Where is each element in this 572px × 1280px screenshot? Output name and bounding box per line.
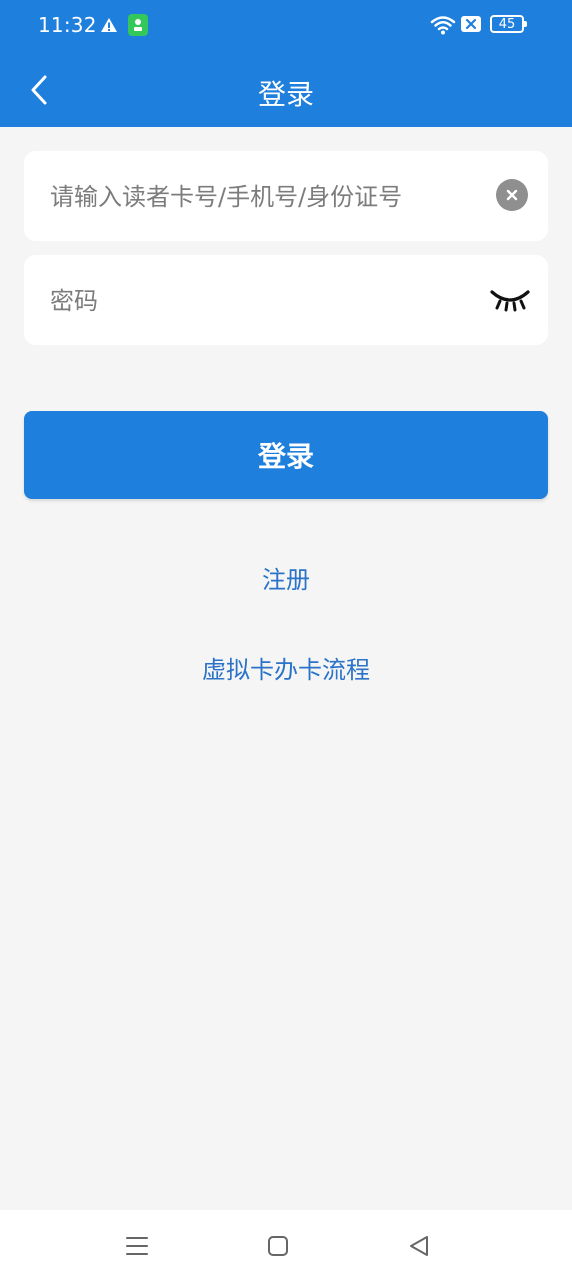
page-title: 登录 <box>257 78 314 111</box>
home-icon <box>268 1236 288 1256</box>
nav-back-button[interactable] <box>405 1232 433 1260</box>
eye-closed-icon <box>490 290 530 312</box>
register-link[interactable]: 注册 <box>0 560 572 595</box>
password-field[interactable] <box>24 255 548 347</box>
account-field[interactable] <box>24 151 548 243</box>
battery-icon: 45 <box>490 15 527 33</box>
nav-menu-button[interactable] <box>123 1232 151 1260</box>
status-bar: 11:32 45 <box>0 0 572 52</box>
nav-home-button[interactable] <box>264 1232 292 1260</box>
clear-icon <box>506 189 518 201</box>
account-input[interactable] <box>48 151 482 243</box>
sim-icon <box>461 16 481 32</box>
virtual-card-link[interactable]: 虚拟卡办卡流程 <box>0 650 572 685</box>
battery-level: 45 <box>498 16 516 32</box>
header: 11:32 45 登录 <box>0 0 572 127</box>
password-input[interactable] <box>48 255 482 347</box>
password-visibility-button[interactable] <box>490 286 530 312</box>
warning-icon <box>100 16 118 34</box>
login-button[interactable]: 登录 <box>24 411 548 499</box>
clear-button[interactable] <box>496 179 528 211</box>
app-bar: 登录 <box>0 52 572 127</box>
back-triangle-icon <box>410 1236 428 1256</box>
menu-icon <box>126 1237 148 1255</box>
wifi-icon <box>430 14 456 36</box>
status-time: 11:32 <box>38 13 97 37</box>
app-icon <box>128 14 148 36</box>
nav-bar <box>0 1210 572 1280</box>
